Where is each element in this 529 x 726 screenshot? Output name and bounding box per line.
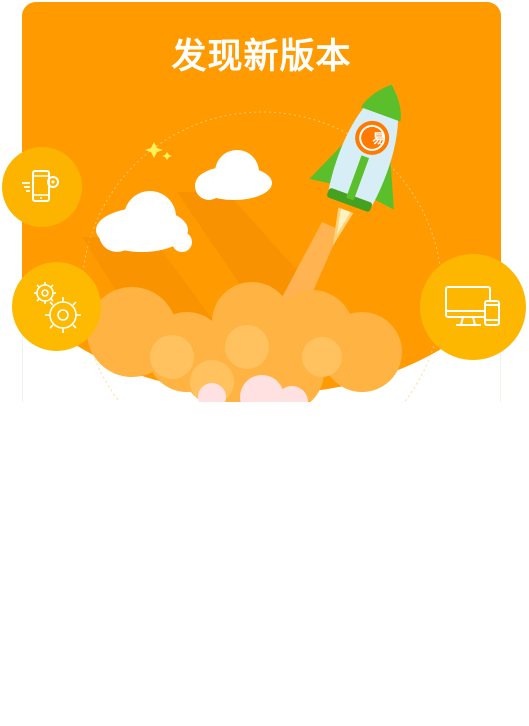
- phone-settings-badge: [2, 147, 82, 227]
- phone-settings-icon: [22, 170, 59, 202]
- monitor-phone-icon: [445, 286, 500, 326]
- update-dialog: 易 发现新版本: [22, 2, 501, 702]
- monitor-phone-badge: [420, 254, 526, 360]
- gears-icon: [33, 281, 81, 333]
- dialog-header: 易 发现新版本: [22, 2, 501, 402]
- dialog-title: 发现新版本: [171, 37, 352, 77]
- gears-badge: [12, 262, 101, 351]
- dialog-body: [22, 402, 501, 702]
- rocket-badge-text: 易: [372, 132, 385, 147]
